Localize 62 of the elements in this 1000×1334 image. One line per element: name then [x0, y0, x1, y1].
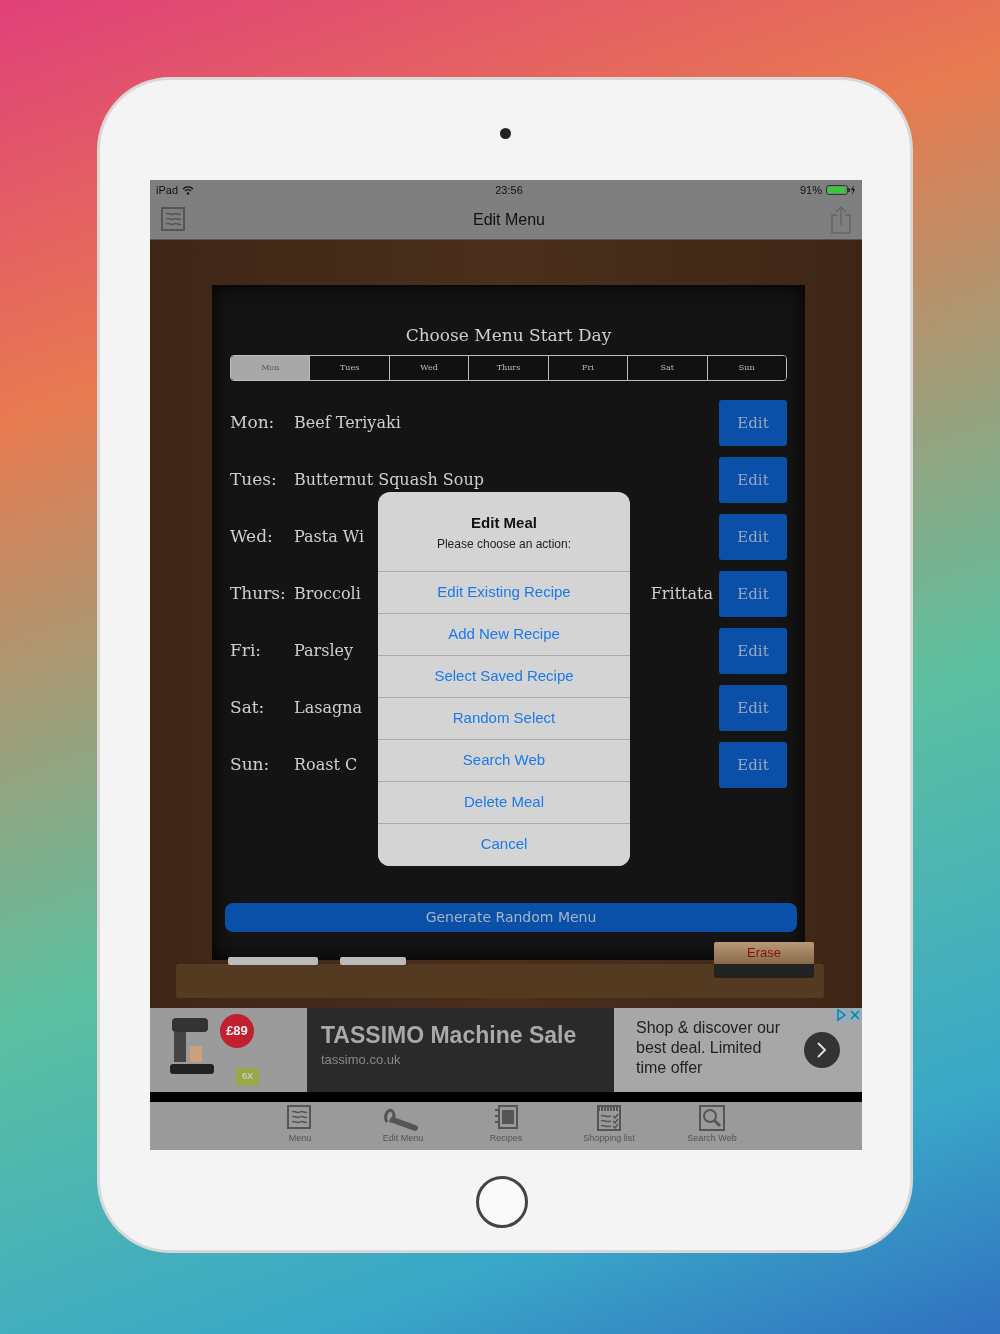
edit-button[interactable]: Edit [719, 457, 787, 503]
dialog-message: Please choose an action: [435, 535, 573, 553]
edit-button[interactable]: Edit [719, 628, 787, 674]
edit-button[interactable]: Edit [719, 685, 787, 731]
eraser-button[interactable]: Erase [714, 942, 814, 978]
screen-title: Edit Menu [472, 209, 545, 230]
day-segment[interactable]: Mon [231, 355, 311, 380]
menu-icon[interactable] [160, 205, 188, 234]
day-label: Sun: [230, 753, 271, 777]
day-label: Tues: [230, 468, 278, 492]
ad-info-icon[interactable] [834, 1008, 862, 1022]
tab-item[interactable]: Recipes [454, 1102, 558, 1150]
checklist-icon [595, 1104, 623, 1132]
tab-item[interactable]: Edit Menu [351, 1102, 455, 1150]
day-label: Thurs: [230, 582, 287, 606]
day-label: Sat: [230, 696, 266, 720]
meal-name: Parsley [294, 640, 354, 662]
meal-name: Lasagna [294, 697, 362, 719]
board-heading: Choose Menu Start Day [404, 324, 613, 347]
tab-item[interactable]: Shopping list [557, 1102, 661, 1150]
search-icon [698, 1104, 726, 1132]
edit-button[interactable]: Edit [719, 742, 787, 788]
dialog-title: Edit Meal [470, 513, 538, 533]
battery-icon [826, 185, 856, 195]
ad-text: Shop & discover our best deal. Limited time offer [635, 1018, 782, 1078]
generate-menu-button[interactable]: Generate Random Menu [225, 903, 797, 932]
edit-button[interactable]: Edit [719, 400, 787, 446]
meal-name: Broccoli [294, 583, 361, 605]
meal-name: Pasta Wi [294, 526, 365, 548]
ad-banner[interactable]: £89 6X TASSIMO Machine Sale tassimo.co.uk Shop & discover our best deal. Limited time offer [150, 1008, 862, 1092]
tab-label: Recipes [489, 1132, 523, 1145]
tab-label: Menu [288, 1132, 312, 1145]
meal-name: Beef Teriyaki [294, 412, 401, 434]
edit-button[interactable]: Edit [719, 571, 787, 617]
day-label: Mon: [230, 411, 276, 435]
share-icon[interactable] [830, 204, 852, 235]
battery-percent: 91% [799, 182, 822, 198]
day-label: Wed: [230, 525, 274, 549]
chevron-icon [817, 1042, 827, 1058]
tab-label: Edit Menu [382, 1132, 424, 1145]
home-button[interactable] [476, 1176, 528, 1228]
book-icon [492, 1104, 520, 1132]
next-button[interactable] [804, 1032, 840, 1068]
day-label: Fri: [230, 639, 263, 663]
price-tag: £89 [220, 1014, 254, 1048]
status-time: 23:56 [494, 182, 523, 198]
wifi-icon [182, 185, 195, 195]
tab-item[interactable]: Menu [248, 1102, 352, 1150]
tab-label: Shopping list [583, 1132, 635, 1145]
meal-name: Roast C [294, 754, 358, 776]
chalk-stick [340, 957, 406, 965]
ad-title: TASSIMO Machine Sale [321, 1022, 578, 1050]
tab-label: Search Web [687, 1132, 737, 1145]
meal-name: Butternut Squash Soup [294, 469, 484, 491]
tab-item[interactable]: Search Web [660, 1102, 764, 1150]
meal-name: Frittata [650, 583, 713, 605]
edit-button[interactable]: Edit [719, 514, 787, 560]
ad-url: tassimo.co.uk [321, 1050, 402, 1069]
device-name: iPad [156, 182, 179, 198]
camera-dot [500, 128, 511, 139]
list-icon [286, 1104, 314, 1132]
pack-label: 6X [236, 1068, 259, 1086]
